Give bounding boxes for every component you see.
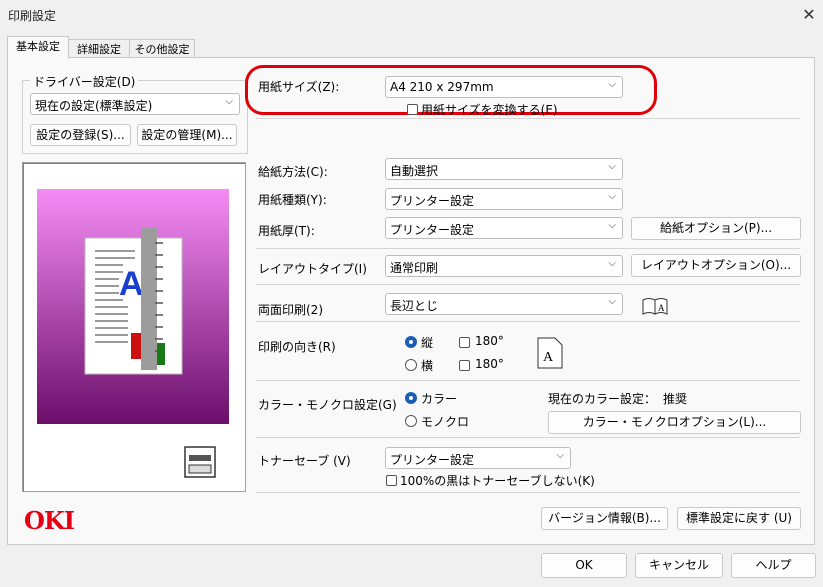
landscape-radio[interactable] — [405, 359, 417, 371]
rotate-180-portrait-label: 180° — [475, 334, 504, 348]
print-preview: A — [22, 162, 246, 492]
green-block-icon — [157, 343, 165, 365]
chevron-down-icon: ⌵ — [608, 220, 616, 231]
preview-image: A — [37, 189, 229, 478]
chevron-down-icon: ⌵ — [225, 96, 233, 107]
layout-type-select[interactable]: 通常印刷 ⌵ — [385, 255, 623, 277]
oki-logo: OKI — [24, 506, 75, 535]
restore-defaults-button[interactable]: 標準設定に戻す (U) — [677, 507, 801, 530]
paper-type-value: プリンター設定 — [390, 194, 475, 208]
window-title: 印刷設定 — [8, 9, 57, 23]
mono-radio[interactable] — [405, 415, 417, 427]
manage-settings-button[interactable]: 設定の管理(M)... — [137, 124, 237, 146]
portrait-radio[interactable] — [405, 336, 417, 348]
color-radio[interactable] — [405, 392, 417, 404]
duplex-label: 両面印刷(2) — [258, 303, 323, 317]
chevron-down-icon: ⌵ — [608, 258, 616, 269]
layout-type-value: 通常印刷 — [390, 261, 439, 275]
svg-text:A: A — [658, 303, 665, 313]
current-color-label: 現在のカラー設定： — [548, 392, 657, 406]
toner-save-select[interactable]: プリンター設定 ⌵ — [385, 447, 571, 469]
duplex-value: 長辺とじ — [390, 299, 439, 313]
color-options-button[interactable]: カラー・モノクロオプション(L)... — [548, 411, 801, 434]
divider — [256, 284, 800, 285]
help-button[interactable]: ヘルプ — [731, 553, 816, 578]
divider — [256, 492, 800, 493]
layout-options-button[interactable]: レイアウトオプション(O)... — [631, 254, 801, 277]
paper-size-select[interactable]: A4 210 x 297mm ⌵ — [385, 76, 623, 98]
book-binding-icon: A — [642, 298, 668, 315]
paper-type-select[interactable]: プリンター設定 ⌵ — [385, 188, 623, 210]
chevron-down-icon: ⌵ — [556, 450, 564, 461]
color-option-label: カラー — [421, 392, 458, 406]
version-info-button[interactable]: バージョン情報(B)... — [541, 507, 668, 530]
divider — [256, 248, 800, 249]
svg-text:A: A — [543, 350, 554, 365]
no-toner-save-black-label: 100%の黒はトナーセーブしない(K) — [400, 474, 595, 488]
rotate-180-landscape-label: 180° — [475, 357, 504, 371]
chevron-down-icon: ⌵ — [608, 191, 616, 202]
register-settings-button[interactable]: 設定の登録(S)... — [30, 124, 131, 146]
color-mode-label: カラー・モノクロ設定(G) — [258, 398, 397, 412]
title-bar: 印刷設定 ✕ — [0, 0, 823, 30]
printer-icon — [184, 446, 216, 478]
paper-weight-label: 用紙厚(T): — [258, 224, 315, 238]
binding-spine-icon — [141, 228, 157, 370]
chevron-down-icon: ⌵ — [608, 161, 616, 172]
divider — [256, 437, 800, 438]
divider — [256, 118, 800, 119]
feed-options-button[interactable]: 給紙オプション(P)... — [631, 217, 801, 240]
no-toner-save-black-checkbox[interactable] — [386, 475, 397, 486]
divider — [256, 380, 800, 381]
driver-settings-select[interactable]: 現在の設定(標準設定) ⌵ — [30, 93, 240, 115]
duplex-select[interactable]: 長辺とじ ⌵ — [385, 293, 623, 315]
ok-button[interactable]: OK — [541, 553, 627, 578]
rotate-180-portrait-checkbox[interactable] — [459, 337, 470, 348]
mono-option-label: モノクロ — [421, 415, 470, 429]
letter-a-glyph: A — [119, 265, 144, 303]
driver-settings-title: ドライバー設定(D) — [30, 73, 139, 90]
rotate-180-landscape-checkbox[interactable] — [459, 360, 470, 371]
divider — [256, 321, 800, 322]
convert-paper-size-checkbox[interactable] — [407, 104, 418, 115]
close-icon[interactable]: ✕ — [800, 5, 818, 24]
tab-basic[interactable]: 基本設定 — [7, 36, 69, 59]
portrait-page-icon: A — [537, 337, 563, 369]
current-color-value: 推奨 — [663, 392, 688, 406]
driver-settings-value: 現在の設定(標準設定) — [35, 99, 153, 113]
convert-paper-size-label: 用紙サイズを変換する(E) — [421, 103, 558, 117]
paper-type-label: 用紙種類(Y): — [258, 193, 327, 207]
chevron-down-icon: ⌵ — [608, 296, 616, 307]
paper-weight-select[interactable]: プリンター設定 ⌵ — [385, 217, 623, 239]
paper-weight-value: プリンター設定 — [390, 223, 475, 237]
toner-save-label: トナーセーブ (V) — [258, 454, 351, 468]
paper-source-value: 自動選択 — [390, 164, 439, 178]
layout-type-label: レイアウトタイプ(I) — [258, 262, 367, 276]
paper-source-label: 給紙方法(C): — [258, 165, 328, 179]
orientation-label: 印刷の向き(R) — [258, 340, 336, 354]
portrait-label: 縦 — [421, 336, 434, 350]
cancel-button[interactable]: キャンセル — [635, 553, 723, 578]
landscape-label: 横 — [421, 359, 434, 373]
chevron-down-icon: ⌵ — [608, 79, 616, 90]
paper-source-select[interactable]: 自動選択 ⌵ — [385, 158, 623, 180]
paper-size-label: 用紙サイズ(Z): — [258, 80, 340, 94]
toner-save-value: プリンター設定 — [390, 453, 475, 467]
paper-size-value: A4 210 x 297mm — [390, 80, 494, 94]
